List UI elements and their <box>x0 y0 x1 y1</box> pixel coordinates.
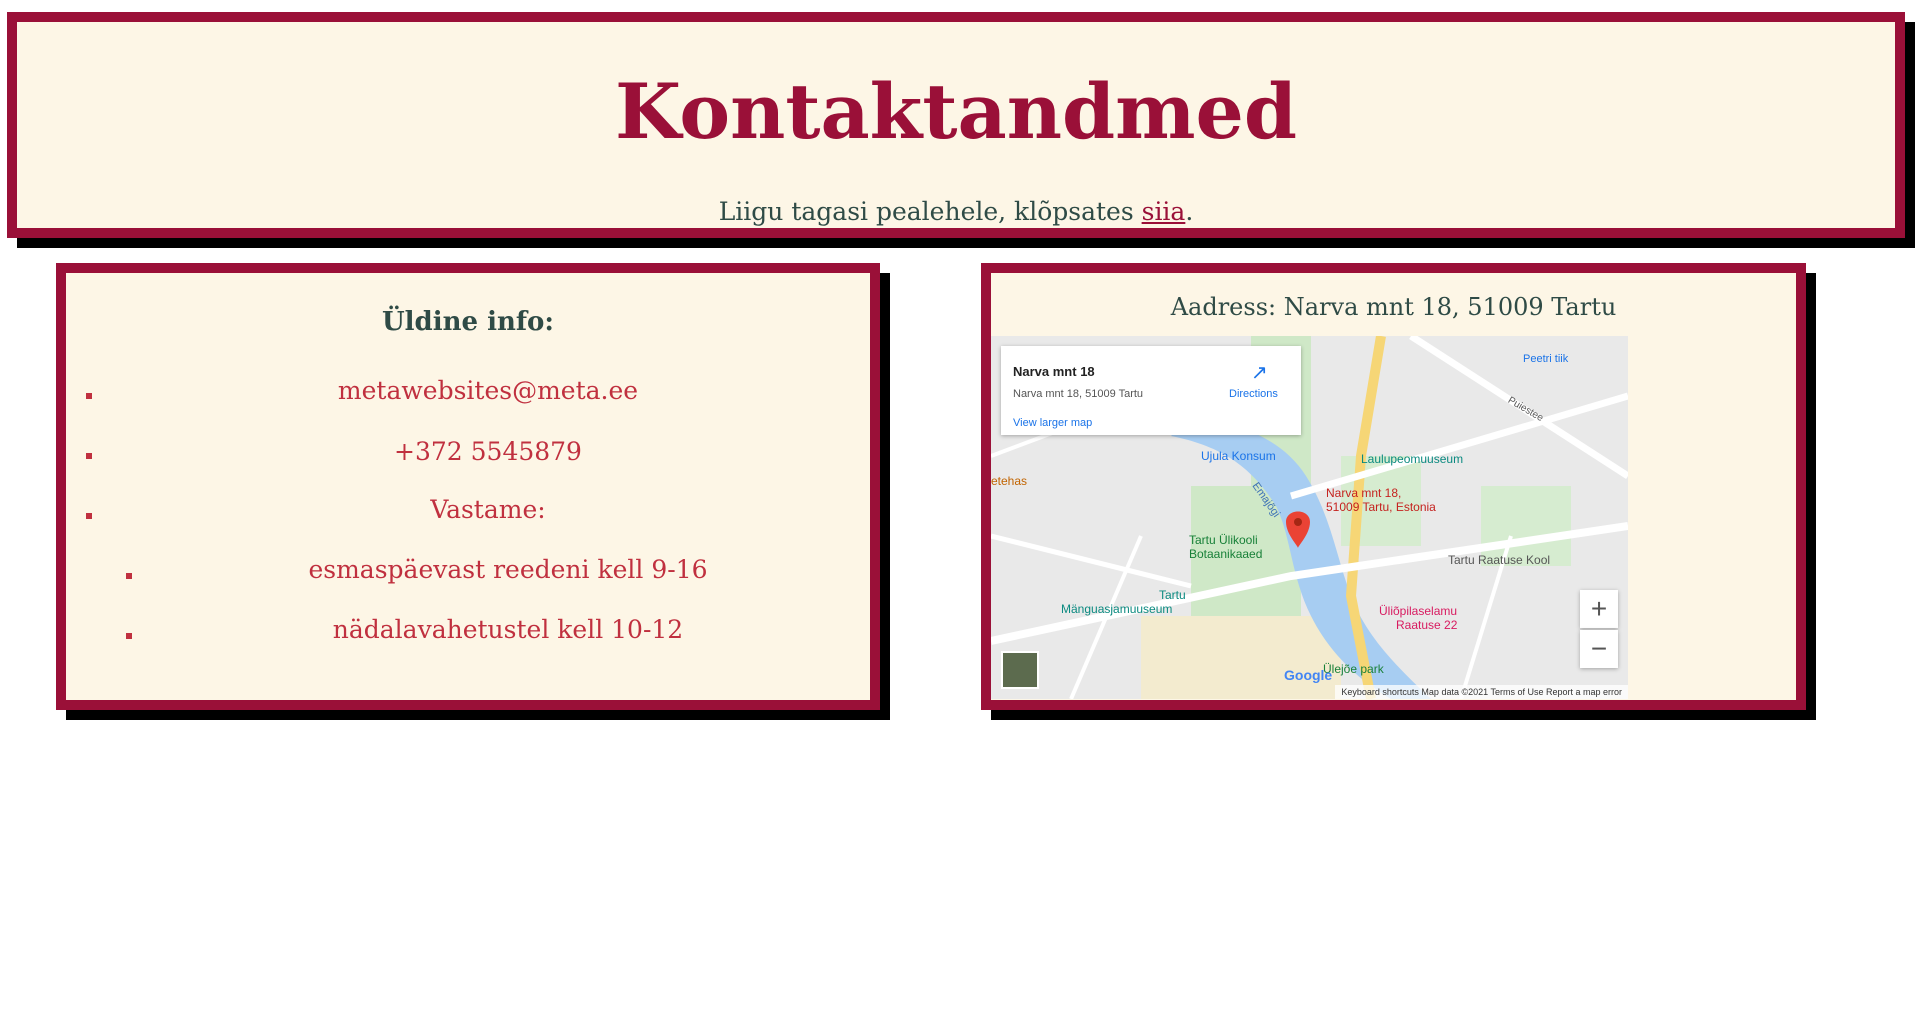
address-line: Aadress: Narva mnt 18, 51009 Tartu <box>1170 293 1617 321</box>
email-item: metawebsites@meta.ee <box>337 376 639 405</box>
satellite-toggle[interactable] <box>1001 651 1039 689</box>
map-label-laulupeo: Laulupeomuuseum <box>1361 452 1464 466</box>
map-footer[interactable]: Keyboard shortcuts Map data ©2021 Terms … <box>1335 685 1628 699</box>
back-to-home-text: Liigu tagasi pealehele, klõpsates siia. <box>17 197 1895 226</box>
map-embed[interactable]: Narva mnt 18 Narva mnt 18, 51009 Tartu V… <box>991 336 1628 699</box>
weekend-hours-item: nädalavahetustel kell 10-12 <box>332 615 684 644</box>
directions-link[interactable]: Directions <box>1229 388 1278 400</box>
info-heading: Üldine info: <box>381 307 554 337</box>
back-text-end: . <box>1185 197 1194 226</box>
map-label-yliopilase-1: Üliõpilaselamu <box>1379 604 1458 618</box>
header-panel: Kontaktandmed Liigu tagasi pealehele, kl… <box>7 12 1905 238</box>
bullet <box>86 453 92 459</box>
general-info-panel: Üldine info: metawebsites@meta.ee +372 5… <box>56 263 880 710</box>
map-info-card: Narva mnt 18 Narva mnt 18, 51009 Tartu V… <box>1001 346 1301 435</box>
bullet <box>126 573 132 579</box>
hours-label-item: Vastame: <box>430 495 546 524</box>
map-label-pin-2: 51009 Tartu, Estonia <box>1326 500 1436 514</box>
place-name: Narva mnt 18 <box>1013 364 1095 379</box>
bullet <box>86 513 92 519</box>
address-panel: Aadress: Narva mnt 18, 51009 Tartu Narva… <box>981 263 1806 710</box>
weekday-hours-item: esmaspäevast reedeni kell 9-16 <box>308 555 708 584</box>
bullet <box>126 633 132 639</box>
zoom-in-button[interactable]: + <box>1580 590 1618 628</box>
map-label-botaanika-1: Tartu Ülikooli <box>1189 533 1258 547</box>
phone-item: +372 5545879 <box>394 437 582 466</box>
zoom-out-button[interactable]: − <box>1580 630 1618 668</box>
map-label-pin-1: Narva mnt 18, <box>1326 486 1402 500</box>
map-label-peetri: Peetri tiik <box>1523 353 1569 365</box>
map-label-manguasja-1: Tartu <box>1159 588 1186 602</box>
view-larger-map-link[interactable]: View larger map <box>1013 417 1092 429</box>
map-label-manguasja-2: Mänguasjamuuseum <box>1061 602 1173 616</box>
map-label-botaanika-2: Botaanikaaed <box>1189 547 1263 561</box>
google-logo: Google <box>1284 667 1333 683</box>
place-address: Narva mnt 18, 51009 Tartu <box>1013 388 1144 400</box>
map-label-ujula: Ujula Konsum <box>1201 449 1276 463</box>
back-text: Liigu tagasi pealehele, klõpsates <box>718 197 1142 226</box>
map-label-tehas: etehas <box>991 474 1028 488</box>
bullet <box>86 393 92 399</box>
page-title: Kontaktandmed <box>615 67 1297 156</box>
directions-icon[interactable]: ↗ <box>1251 360 1268 385</box>
map-label-raatuse-kool: Tartu Raatuse Kool <box>1448 553 1551 567</box>
home-link[interactable]: siia <box>1142 197 1186 226</box>
map-label-yliopilase-2: Raatuse 22 <box>1396 618 1458 632</box>
